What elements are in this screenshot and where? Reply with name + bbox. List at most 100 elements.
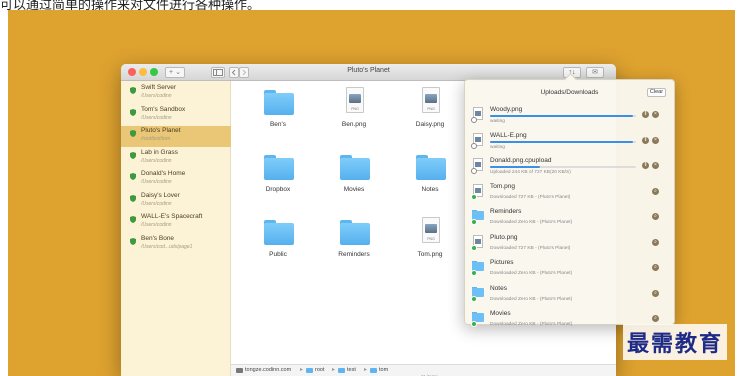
image-file-icon: PNG (346, 87, 364, 113)
file-item[interactable]: PNG Ben.png (319, 84, 389, 142)
folder-item[interactable]: Notes (395, 149, 465, 207)
pending-icon (471, 168, 477, 174)
server-path: /Users/codinn (141, 222, 172, 228)
folder-item[interactable]: Public (243, 214, 313, 272)
file-name: Public (269, 251, 287, 258)
transfer-status: Downloaded 727 KB - (Pluto's Planet) (490, 194, 571, 200)
transfer-status: Uploaded 244 KB of 727 KB(20 KB/S) (490, 170, 571, 175)
cancel-button[interactable]: × (652, 162, 659, 169)
transfers-popover: Uploads/Downloads Clear Woody.png waiting… (464, 73, 676, 327)
file-name: Daisy.png (415, 121, 445, 128)
sidebar-item-server[interactable]: Donald's Home/Users/codinn (121, 169, 231, 190)
pending-icon (471, 117, 477, 123)
server-name: Swift Server (141, 84, 177, 91)
transfer-status: waiting (490, 144, 505, 150)
completed-check-icon (471, 295, 477, 302)
progress-bar (490, 115, 636, 117)
server-name: Tom's Sandbox (141, 105, 186, 113)
shield-icon (130, 108, 136, 116)
sidebar-item-server[interactable]: Lab in Grass/Users/codinn (121, 148, 231, 169)
pause-button[interactable]: ‖ (642, 111, 649, 118)
sidebar-item-server[interactable]: Daisy's Lover/Users/codinn (121, 191, 231, 212)
completed-check-icon (471, 321, 477, 327)
reveal-button[interactable]: ⌕ (652, 264, 659, 271)
folder-item[interactable]: Reminders (319, 214, 389, 272)
folder-icon (370, 368, 377, 373)
file-name: Ben.png (341, 121, 367, 128)
shield-icon (130, 173, 136, 180)
server-name: Ben's Bone (141, 234, 175, 242)
path-segment[interactable]: tom (379, 367, 388, 373)
transfer-name: Notes (490, 284, 507, 292)
cancel-button[interactable]: × (652, 111, 659, 118)
folder-icon (338, 368, 345, 373)
pause-button[interactable]: ‖ (642, 136, 649, 144)
mail-button[interactable]: ✉ (586, 67, 604, 78)
path-host[interactable]: tongze.codinn.com (245, 367, 291, 373)
transfer-status: waiting (490, 119, 505, 124)
reveal-button[interactable]: ⌕ (652, 315, 659, 322)
shield-icon (130, 216, 136, 223)
server-path: /Users/codinn (141, 93, 172, 99)
sidebar-item-server[interactable]: Pluto's Planet/root/test/tom (121, 126, 231, 147)
server-icon (236, 368, 243, 373)
transfer-name: Reminders (490, 208, 522, 215)
sidebar-item-server[interactable]: WALL-E's Spacecraft/Users/codinn (121, 212, 231, 233)
server-name: Lab in Grass (141, 148, 178, 156)
folder-item[interactable]: Movies (319, 149, 389, 207)
sidebar-item-server[interactable]: Tom's Sandbox/Users/codinn (121, 105, 231, 126)
transfer-status: Downloaded Zero KB - (Pluto's Planet) (490, 296, 573, 302)
file-ext-label: PNG (427, 237, 435, 241)
server-path: /Users/codinn (141, 157, 172, 164)
transfer-item: Notes Downloaded Zero KB - (Pluto's Plane… (465, 283, 676, 308)
reveal-button[interactable]: ⌕ (652, 238, 659, 246)
folder-item[interactable]: Ben's (243, 84, 313, 142)
transfer-name: Pluto.png (490, 233, 518, 241)
file-item[interactable]: PNG Daisy.png (395, 84, 465, 142)
completed-check-icon (471, 219, 477, 225)
server-path: /root/test/tom (141, 136, 171, 142)
reveal-button[interactable]: ⌕ (652, 213, 659, 220)
clear-button[interactable]: Clear (647, 88, 666, 97)
folder-icon (340, 220, 370, 246)
completed-check-icon (471, 270, 477, 276)
pause-button[interactable]: ‖ (642, 162, 649, 169)
cancel-button[interactable]: × (652, 136, 659, 144)
image-file-icon: PNG (422, 87, 440, 113)
path-segment[interactable]: test (347, 367, 356, 373)
transfer-item: Pluto.png Downloaded 727 KB - (Pluto's Pl… (465, 232, 676, 257)
folder-icon (264, 90, 294, 116)
transfer-status: Downloaded Zero KB - (Pluto's Planet) (490, 271, 573, 276)
reveal-button[interactable]: ⌕ (652, 187, 659, 195)
shield-icon (130, 237, 136, 245)
reveal-button[interactable]: ⌕ (652, 289, 659, 297)
transfer-status: Downloaded Zero KB - (Pluto's Planet) (490, 322, 573, 327)
folder-item[interactable]: Dropbox (243, 149, 313, 207)
watermark-logo: 最需教育 (622, 324, 727, 360)
sidebar: Swift Server/Users/codinn Tom's Sandbox/U… (121, 81, 231, 376)
transfer-name: WALL-E.png (490, 131, 527, 139)
backdrop: + ⌄ Pluto's Planet ↑↓ ✉ Swift Server/Use… (8, 10, 735, 376)
transfer-name: Tom.png (490, 182, 515, 190)
server-path: /Users/codinn (141, 179, 172, 185)
file-ext-label: PNG (427, 107, 435, 111)
completed-check-icon (471, 244, 477, 251)
file-name: Dropbox (265, 186, 291, 193)
folder-icon (264, 155, 294, 181)
folder-icon (306, 368, 313, 373)
folder-icon (264, 220, 294, 246)
path-separator: ▸ (332, 367, 336, 373)
folder-icon (416, 155, 446, 181)
file-item[interactable]: PNG Tom.png (395, 214, 465, 272)
window-title: Pluto's Planet (347, 67, 390, 74)
transfer-item: Donald.png.cpupload Uploaded 244 KB of 72… (465, 155, 676, 180)
transfers-title: Uploads/Downloads (540, 89, 599, 96)
image-file-icon: PNG (422, 217, 440, 243)
path-segment[interactable]: root (315, 367, 324, 373)
sidebar-item-server[interactable]: Ben's Bone/Users/cod...uds/page1 (121, 234, 231, 255)
folder-icon (340, 155, 370, 181)
file-ext-label: PNG (351, 107, 359, 111)
server-name: Donald's Home (141, 170, 186, 177)
sidebar-item-server[interactable]: Swift Server/Users/codinn (121, 83, 231, 104)
pending-icon (471, 142, 477, 149)
